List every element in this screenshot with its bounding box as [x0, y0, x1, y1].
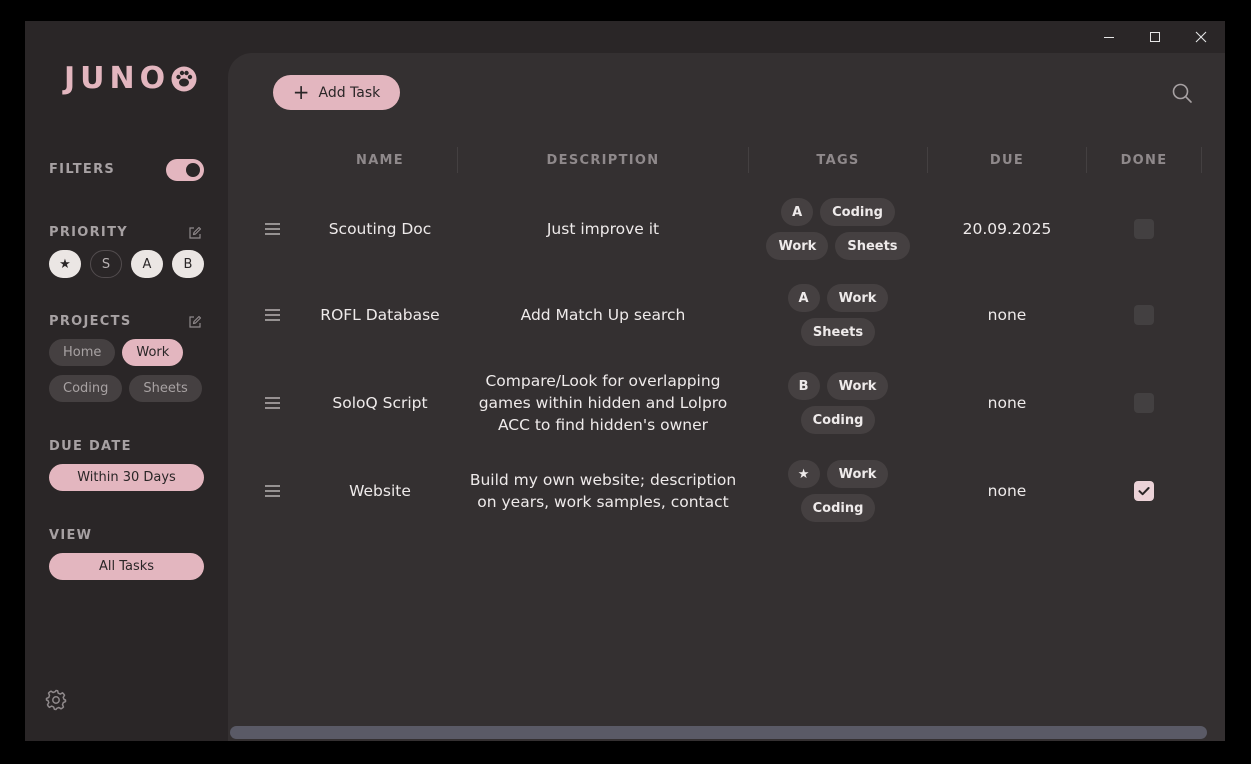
checkmark-icon — [1138, 487, 1150, 496]
drag-handle-icon[interactable] — [265, 485, 280, 497]
done-checkbox[interactable] — [1134, 219, 1154, 239]
tag-chip: Sheets — [800, 318, 876, 346]
app-logo: JUNO — [64, 62, 197, 96]
edit-projects-icon[interactable] — [188, 315, 202, 329]
projects-label: PROJECTS — [49, 314, 132, 329]
add-task-button[interactable]: + Add Task — [273, 75, 400, 110]
search-icon[interactable] — [1171, 82, 1193, 104]
column-header-tags[interactable]: TAGS — [758, 153, 918, 169]
tag-chip: Work — [826, 460, 889, 488]
tag-chip: A — [787, 284, 820, 312]
project-home-button[interactable]: Home — [49, 339, 116, 366]
priority-options: ★ S A B — [49, 250, 204, 278]
due-date-label: DUE DATE — [49, 439, 132, 454]
tag-chip: Work — [826, 284, 889, 312]
priority-b-button[interactable]: B — [172, 250, 204, 278]
done-checkbox[interactable] — [1134, 393, 1154, 413]
drag-handle-icon[interactable] — [265, 223, 280, 235]
project-coding-button[interactable]: Coding — [49, 375, 123, 402]
projects-row-1: Home Work — [49, 339, 184, 366]
column-divider — [748, 147, 749, 173]
task-tags: A Coding Work Sheets — [758, 193, 918, 265]
task-name[interactable]: ROFL Database — [308, 279, 452, 351]
task-panel: + Add Task NAME DESCRIPTION TAGS DUE DON… — [228, 53, 1225, 741]
tag-chip: Work — [826, 372, 889, 400]
task-description[interactable]: Compare/Look for overlapping games withi… — [463, 365, 743, 441]
task-tags: A Work Sheets — [758, 279, 918, 351]
column-header-done[interactable]: DONE — [1092, 153, 1196, 169]
tag-chip: Coding — [820, 198, 895, 226]
task-name[interactable]: SoloQ Script — [308, 365, 452, 441]
column-divider — [927, 147, 928, 173]
task-description[interactable]: Add Match Up search — [463, 279, 743, 351]
close-button[interactable] — [1179, 25, 1223, 49]
project-work-button[interactable]: Work — [122, 339, 184, 366]
column-divider — [1086, 147, 1087, 173]
task-tags: B Work Coding — [758, 365, 918, 441]
tag-chip: A — [781, 198, 814, 226]
plus-icon: + — [292, 79, 310, 104]
app-name: JUNO — [64, 61, 171, 96]
column-divider — [457, 147, 458, 173]
drag-handle-icon[interactable] — [265, 397, 280, 409]
column-header-due[interactable]: DUE — [933, 153, 1081, 169]
minimize-button[interactable] — [1087, 25, 1131, 49]
task-due-date[interactable]: none — [933, 365, 1081, 441]
task-due-date[interactable]: none — [933, 453, 1081, 529]
horizontal-scrollbar[interactable] — [230, 726, 1207, 739]
tag-chip: Work — [766, 232, 829, 260]
task-due-date[interactable]: none — [933, 279, 1081, 351]
filters-label: FILTERS — [49, 162, 116, 177]
tag-chip: Coding — [800, 406, 876, 434]
task-name[interactable]: Scouting Doc — [308, 193, 452, 265]
settings-gear-icon[interactable] — [44, 688, 68, 712]
tag-chip: Coding — [800, 494, 876, 522]
tag-chip: Sheets — [835, 232, 910, 260]
column-header-description[interactable]: DESCRIPTION — [463, 153, 743, 169]
tag-chip: ★ — [787, 460, 820, 488]
task-description[interactable]: Just improve it — [463, 193, 743, 265]
close-icon — [1195, 31, 1207, 43]
edit-priority-icon[interactable] — [188, 226, 202, 240]
project-sheets-button[interactable]: Sheets — [129, 375, 202, 402]
task-description[interactable]: Build my own website; description on yea… — [463, 453, 743, 529]
priority-label: PRIORITY — [49, 225, 128, 240]
due-date-filter-button[interactable]: Within 30 Days — [49, 464, 204, 491]
add-task-label: Add Task — [318, 84, 381, 101]
minimize-icon — [1104, 37, 1114, 38]
column-divider — [1201, 147, 1202, 173]
filters-toggle[interactable] — [166, 159, 204, 181]
task-name[interactable]: Website — [308, 453, 452, 529]
paw-icon — [171, 66, 197, 92]
task-due-date[interactable]: 20.09.2025 — [933, 193, 1081, 265]
view-filter-button[interactable]: All Tasks — [49, 553, 204, 580]
priority-star-button[interactable]: ★ — [49, 250, 81, 278]
task-tags: ★ Work Coding — [758, 453, 918, 529]
done-checkbox[interactable] — [1134, 481, 1154, 501]
table-row: SoloQ Script Compare/Look for overlappin… — [228, 365, 1225, 441]
table-row: Website Build my own website; descriptio… — [228, 453, 1225, 529]
tag-chip: B — [787, 372, 820, 400]
done-checkbox[interactable] — [1134, 305, 1154, 325]
view-label: VIEW — [49, 528, 93, 543]
projects-row-2: Coding Sheets — [49, 375, 202, 402]
table-row: ROFL Database Add Match Up search A Work… — [228, 279, 1225, 351]
app-window: JUNO FILTERS PRIORITY ★ S A B PROJECTS H… — [25, 21, 1225, 741]
maximize-button[interactable] — [1133, 25, 1177, 49]
maximize-icon — [1150, 32, 1160, 42]
drag-handle-icon[interactable] — [265, 309, 280, 321]
column-header-name[interactable]: NAME — [308, 153, 452, 169]
priority-a-button[interactable]: A — [131, 250, 163, 278]
priority-s-button[interactable]: S — [90, 250, 122, 278]
table-row: Scouting Doc Just improve it A Coding Wo… — [228, 193, 1225, 265]
toggle-knob — [186, 163, 200, 177]
